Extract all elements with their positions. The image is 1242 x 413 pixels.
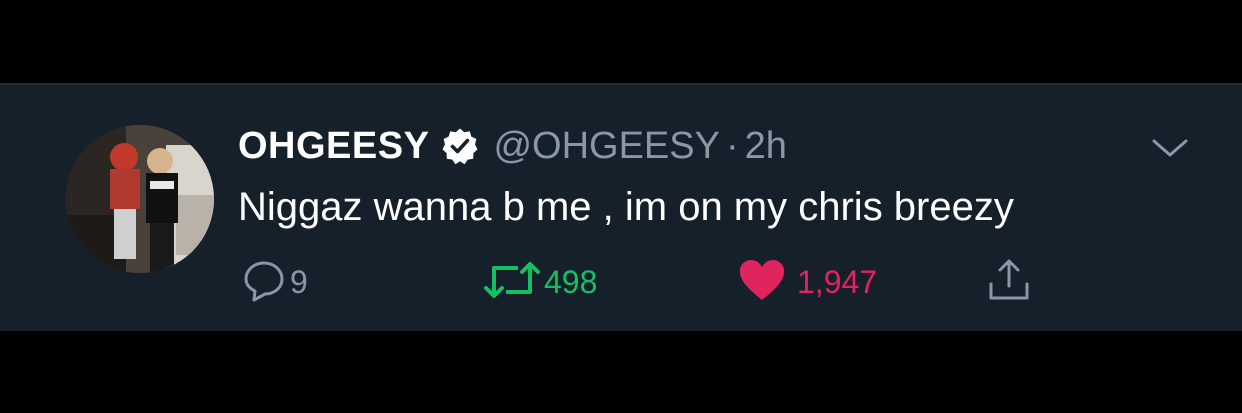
reply-icon bbox=[242, 258, 286, 307]
display-name[interactable]: OHGEESY bbox=[238, 125, 429, 168]
timestamp[interactable]: 2h bbox=[745, 125, 787, 168]
tweet-text: Niggaz wanna b me , im on my chris breez… bbox=[238, 185, 1014, 229]
retweet-button[interactable]: 498 bbox=[482, 257, 597, 307]
reply-count: 9 bbox=[290, 263, 308, 300]
avatar[interactable] bbox=[66, 125, 214, 273]
separator-dot: · bbox=[725, 124, 739, 167]
retweet-count: 498 bbox=[544, 263, 598, 300]
reply-button[interactable]: 9 bbox=[242, 257, 308, 307]
retweet-icon bbox=[482, 258, 542, 307]
heart-icon bbox=[737, 258, 787, 307]
avatar-photo bbox=[66, 125, 214, 273]
tweet-header: OHGEESY @OHGEESY · 2h bbox=[238, 123, 787, 169]
like-button[interactable]: 1,947 bbox=[737, 257, 877, 307]
share-icon bbox=[985, 256, 1033, 309]
chevron-down-icon[interactable] bbox=[1150, 135, 1190, 161]
verified-badge-icon bbox=[441, 127, 479, 165]
tweet-actions: 9 498 1,947 bbox=[0, 257, 1242, 307]
user-handle[interactable]: @OHGEESY bbox=[493, 125, 720, 168]
share-button[interactable] bbox=[985, 257, 1033, 307]
tweet-card[interactable]: OHGEESY @OHGEESY · 2h Niggaz wanna b me … bbox=[0, 83, 1242, 331]
like-count: 1,947 bbox=[797, 263, 878, 300]
